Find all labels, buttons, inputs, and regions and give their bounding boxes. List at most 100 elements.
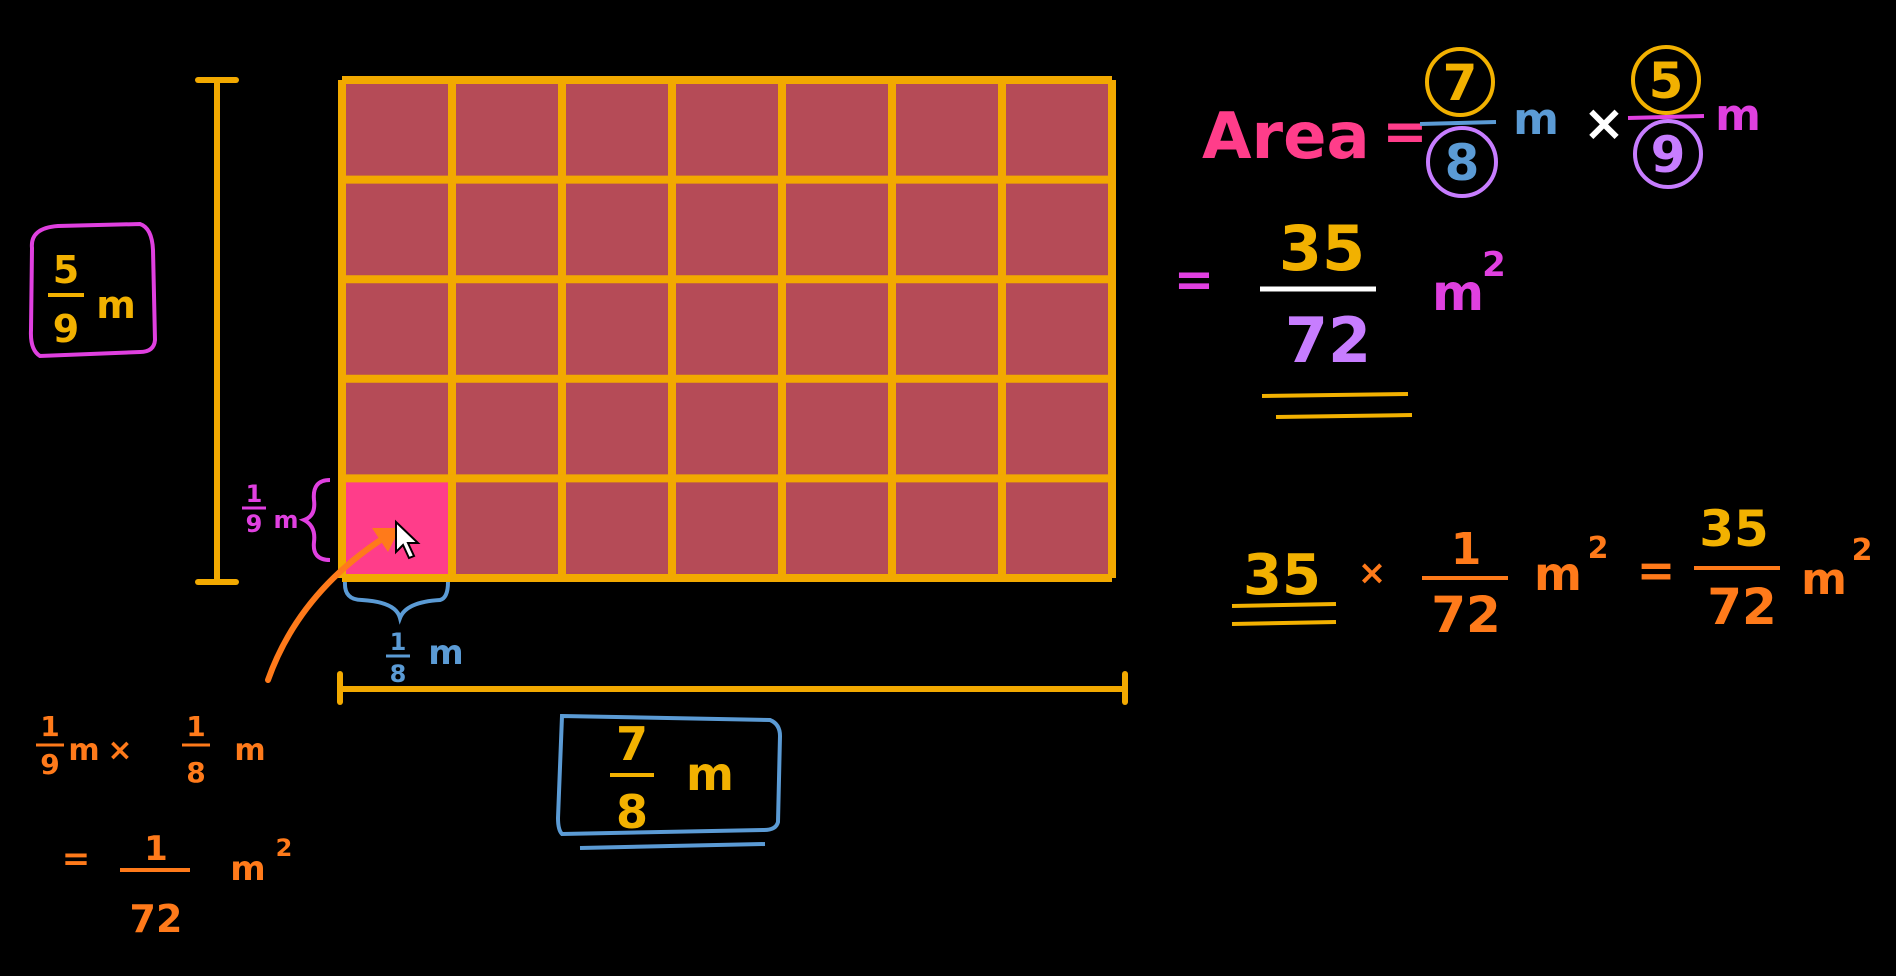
grid-cell [782, 478, 892, 578]
grid-cell [892, 80, 1002, 180]
whiteboard-canvas: 5 9 m 7 8 m 1 9 m 1 8 m 1 9 m × 1 8 m = … [0, 0, 1896, 976]
area-formula: Area = 7 8 m × 5 9 m [1202, 45, 1761, 198]
width-label-box [555, 713, 783, 850]
unit-area-a-unit: m [68, 733, 99, 768]
area-result-underline-1 [1261, 392, 1409, 398]
grid-cell [1002, 478, 1112, 578]
unit-area-b-unit: m [234, 733, 265, 768]
grid-cell [782, 378, 892, 479]
grid-cell [562, 279, 672, 379]
grid-cell [672, 80, 782, 180]
grid-cell [892, 378, 1002, 479]
area-result-denominator: 72 [1285, 304, 1371, 377]
height-label-numerator: 5 [53, 248, 79, 292]
width-dimension-bar [337, 671, 1128, 705]
count-formula-result-exponent: 2 [1852, 533, 1873, 568]
unit-area-a-denominator: 9 [40, 748, 59, 781]
grid-cell [562, 478, 672, 578]
height-label-unit: m [96, 283, 136, 327]
grid-cell [342, 279, 452, 379]
height-label-denominator: 9 [53, 307, 79, 351]
grid-cell [342, 378, 452, 479]
grid-cell [892, 179, 1002, 280]
area-result-underline-2 [1275, 413, 1413, 419]
unit-height-denominator: 9 [246, 510, 263, 538]
unit-area-times: × [107, 733, 132, 768]
area-result-numerator: 35 [1279, 212, 1365, 285]
count-formula-result-denominator: 72 [1707, 578, 1777, 636]
height-label: 5 9 m [28, 221, 158, 359]
count-formula-count: 35 [1243, 543, 1321, 608]
grid-cell [562, 378, 672, 479]
unit-area-equals: = [62, 839, 91, 879]
unit-area-a-numerator: 1 [40, 710, 59, 743]
grid-cell [672, 179, 782, 280]
unit-area-result-numerator: 1 [144, 829, 168, 869]
grid-cell [672, 378, 782, 479]
grid-cell [1002, 80, 1112, 180]
grid-cell [452, 179, 562, 280]
count-formula-result-numerator: 35 [1699, 500, 1769, 558]
grid-cell [672, 279, 782, 379]
area-result-exponent: 2 [1482, 245, 1506, 285]
unit-area-b-denominator: 8 [186, 756, 205, 789]
grid-cell [562, 179, 672, 280]
grid-cell [782, 279, 892, 379]
count-formula-fraction-unit: m [1534, 547, 1582, 601]
unit-width-unit: m [428, 633, 463, 673]
unit-width-numerator: 1 [390, 628, 407, 656]
unit-area-calculation: 1 9 m × 1 8 m = 1 72 m 2 [36, 710, 292, 941]
count-formula-equals: = [1637, 543, 1676, 597]
area-formula-label: Area [1202, 100, 1370, 174]
count-formula-fraction-exponent: 2 [1588, 531, 1609, 566]
grid-cell [1002, 179, 1112, 280]
grid-cell [782, 179, 892, 280]
count-formula-result-unit: m [1801, 554, 1847, 605]
unit-height-unit: m [273, 506, 298, 534]
unit-width-denominator: 8 [390, 660, 407, 688]
width-label-denominator: 8 [616, 785, 648, 839]
area-formula-b-numerator: 5 [1649, 52, 1684, 110]
grid-cell [562, 80, 672, 180]
area-formula-a-denominator: 8 [1445, 134, 1480, 192]
count-formula: 35 × 1 72 m 2 = 35 72 m 2 [1231, 500, 1873, 644]
count-formula-times: × [1358, 553, 1387, 593]
unit-area-result-denominator: 72 [130, 897, 183, 941]
unit-width-label: 1 8 m [342, 581, 464, 688]
grid-cell [452, 279, 562, 379]
grid-cell [342, 179, 452, 280]
area-model-grid [338, 76, 1116, 582]
grid-cell [342, 80, 452, 180]
count-formula-fraction-denominator: 72 [1431, 586, 1501, 644]
area-result-unit: m [1432, 264, 1484, 322]
area-formula-times: × [1583, 94, 1625, 152]
grid-cell [452, 478, 562, 578]
unit-width-brace [342, 581, 450, 625]
width-label-unit: m [686, 747, 734, 801]
area-formula-b-denominator: 9 [1651, 126, 1686, 184]
width-label: 7 8 m [555, 713, 783, 850]
height-label-box [28, 221, 158, 359]
area-formula-equals: = [1382, 100, 1427, 163]
grid-cell [452, 378, 562, 479]
grid-cell [1002, 378, 1112, 479]
unit-area-b-numerator: 1 [186, 710, 205, 743]
unit-height-label: 1 9 m [242, 478, 331, 562]
grid-cell [452, 80, 562, 180]
area-formula-b-unit: m [1715, 90, 1761, 141]
grid-cell [672, 478, 782, 578]
width-label-numerator: 7 [616, 717, 648, 771]
area-formula-a-numerator: 7 [1443, 54, 1478, 112]
area-formula-a-unit: m [1513, 94, 1559, 145]
grid-cell [892, 279, 1002, 379]
unit-height-brace [298, 478, 331, 562]
unit-area-result-exponent: 2 [276, 834, 293, 862]
grid-cell [782, 80, 892, 180]
unit-area-result-unit: m [230, 849, 265, 889]
area-result-equals: = [1174, 252, 1214, 308]
grid-cell [892, 478, 1002, 578]
height-dimension-bar [195, 77, 239, 585]
unit-height-numerator: 1 [246, 480, 263, 508]
count-formula-fraction-numerator: 1 [1451, 524, 1482, 575]
area-result: = 35 72 m 2 [1174, 212, 1506, 419]
